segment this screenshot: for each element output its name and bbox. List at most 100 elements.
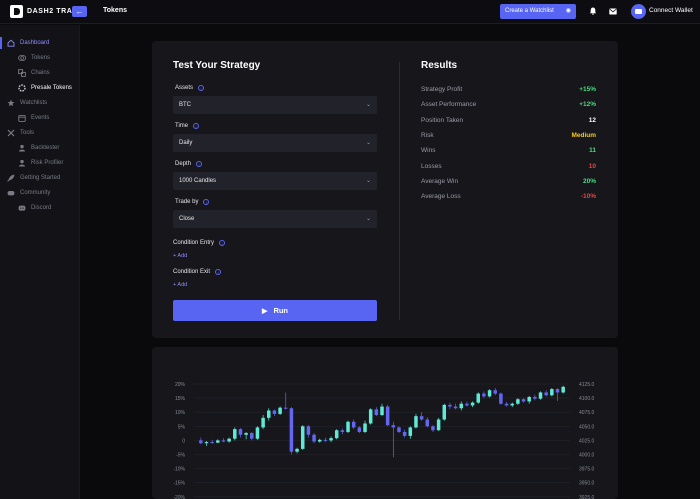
result-value: Medium bbox=[571, 131, 596, 139]
run-button[interactable]: ▶ Run bbox=[173, 300, 377, 321]
chain-icon bbox=[18, 69, 26, 77]
right-axis-tick: 4025.0 bbox=[579, 438, 595, 444]
result-row: Risk Medium bbox=[421, 132, 596, 142]
candle-body bbox=[482, 393, 486, 397]
add-entry-condition-link[interactable]: + Add bbox=[173, 253, 187, 259]
candle-body bbox=[261, 417, 265, 428]
info-icon[interactable]: i bbox=[193, 123, 200, 129]
candle-body bbox=[487, 390, 492, 397]
info-icon[interactable]: i bbox=[196, 161, 203, 167]
eye-icon: ◉ bbox=[565, 8, 571, 14]
depth-select[interactable]: 1000 Candles ⌄ bbox=[173, 172, 377, 190]
right-axis-tick: 3925.0 bbox=[579, 495, 595, 499]
assets-select[interactable]: BTC ⌄ bbox=[173, 96, 377, 114]
candle-body bbox=[453, 406, 458, 409]
candle-body bbox=[544, 392, 548, 396]
presale-icon bbox=[18, 84, 26, 92]
condition-exit-text: Condition Exit bbox=[173, 269, 211, 275]
trade-by-label-text: Trade by bbox=[175, 199, 199, 205]
sidebar-item-getting-started[interactable]: Getting Started bbox=[0, 171, 80, 185]
trade-by-label: Trade by i bbox=[175, 198, 210, 205]
mail-icon[interactable] bbox=[609, 8, 617, 15]
candle-body bbox=[244, 433, 248, 435]
left-axis-tick: -5% bbox=[176, 453, 185, 459]
sidebar-item-dashboard[interactable]: Dashboard bbox=[0, 36, 80, 50]
sidebar-item-community[interactable]: Community bbox=[0, 186, 80, 200]
candle-body bbox=[516, 399, 520, 404]
candle-body bbox=[306, 426, 311, 435]
candle-body bbox=[476, 393, 481, 403]
sidebar-item-label: Presale Tokens bbox=[31, 85, 72, 91]
community-icon bbox=[7, 191, 15, 196]
info-icon[interactable]: i bbox=[215, 269, 222, 275]
candle-body bbox=[323, 439, 328, 441]
chevron-down-icon: ⌄ bbox=[365, 216, 371, 222]
candle-body bbox=[272, 410, 277, 414]
candle-body bbox=[312, 434, 316, 442]
time-select[interactable]: Daily ⌄ bbox=[173, 134, 377, 152]
candle-body bbox=[470, 402, 475, 406]
condition-entry-label: Condition Entry i bbox=[173, 239, 226, 246]
result-row: Position Taken 12 bbox=[421, 117, 596, 127]
back-button[interactable]: ← bbox=[72, 6, 87, 17]
bell-icon[interactable] bbox=[589, 7, 597, 15]
sidebar-item-backtester[interactable]: Backtester bbox=[0, 141, 80, 155]
sidebar-item-presale-tokens[interactable]: Presale Tokens bbox=[0, 81, 80, 95]
result-value: 11 bbox=[589, 147, 596, 155]
right-axis-tick: 4075.0 bbox=[579, 410, 595, 416]
left-axis-tick: 15% bbox=[175, 396, 186, 402]
candle-body bbox=[414, 416, 418, 428]
info-icon[interactable]: i bbox=[203, 199, 210, 205]
candle-body bbox=[368, 409, 373, 424]
wallet-icon[interactable] bbox=[631, 4, 646, 19]
info-icon[interactable]: i bbox=[198, 85, 205, 91]
assets-label: Assets i bbox=[175, 84, 205, 91]
result-value: 12 bbox=[588, 116, 596, 124]
result-row: Losses 10 bbox=[421, 163, 596, 173]
left-axis-tick: 10% bbox=[175, 410, 186, 416]
depth-label-text: Depth bbox=[175, 161, 192, 167]
right-axis-tick: 4125.0 bbox=[579, 382, 595, 388]
dash2-logo-icon bbox=[10, 5, 23, 18]
depth-label: Depth i bbox=[175, 160, 203, 167]
candle-body bbox=[346, 421, 350, 432]
play-icon: ▶ bbox=[261, 308, 268, 315]
result-key: Average Loss bbox=[421, 193, 461, 201]
connect-wallet-button[interactable]: Connect Wallet bbox=[649, 7, 693, 14]
candle-body bbox=[227, 438, 231, 442]
time-label: Time i bbox=[175, 122, 200, 129]
chevron-down-icon: ⌄ bbox=[365, 140, 371, 146]
sidebar-item-chains[interactable]: Chains bbox=[0, 66, 80, 80]
sidebar-item-tokens[interactable]: Tokens bbox=[0, 51, 80, 65]
sidebar-item-watchlists[interactable]: Watchlists bbox=[0, 96, 80, 110]
sidebar-item-discord[interactable]: Discord bbox=[0, 201, 80, 215]
candle-body bbox=[533, 396, 537, 399]
candle-body bbox=[448, 404, 452, 407]
candle-body bbox=[300, 426, 305, 449]
create-watchlist-button[interactable]: Create a Watchlist ◉ bbox=[500, 4, 576, 19]
result-key: Asset Performance bbox=[421, 101, 477, 109]
info-icon[interactable]: i bbox=[219, 240, 226, 246]
result-key: Average Win bbox=[421, 177, 459, 185]
condition-exit-label: Condition Exit i bbox=[173, 268, 222, 275]
candle-body bbox=[374, 409, 379, 416]
trade-by-select[interactable]: Close ⌄ bbox=[173, 210, 377, 228]
result-row: Average Loss -10% bbox=[421, 193, 596, 203]
left-axis-tick: -20% bbox=[173, 495, 185, 499]
candle-body bbox=[329, 438, 333, 441]
candle-body bbox=[334, 430, 339, 439]
sidebar-item-risk-profiler[interactable]: Risk Profiler bbox=[0, 156, 80, 170]
add-exit-condition-link[interactable]: + Add bbox=[173, 282, 187, 288]
candle-body bbox=[499, 393, 503, 404]
candle-body bbox=[255, 427, 260, 439]
sidebar-item-label: Getting Started bbox=[20, 175, 61, 181]
candle-body bbox=[431, 426, 435, 431]
page-title: Tokens bbox=[103, 7, 127, 14]
sidebar-item-events[interactable]: Events bbox=[0, 111, 80, 125]
candle-body bbox=[385, 406, 390, 426]
candle-body bbox=[465, 403, 469, 406]
risk-icon bbox=[19, 159, 25, 167]
candle-body bbox=[278, 407, 282, 414]
sidebar-item-tools[interactable]: Tools bbox=[0, 126, 80, 140]
result-key: Position Taken bbox=[421, 116, 464, 124]
